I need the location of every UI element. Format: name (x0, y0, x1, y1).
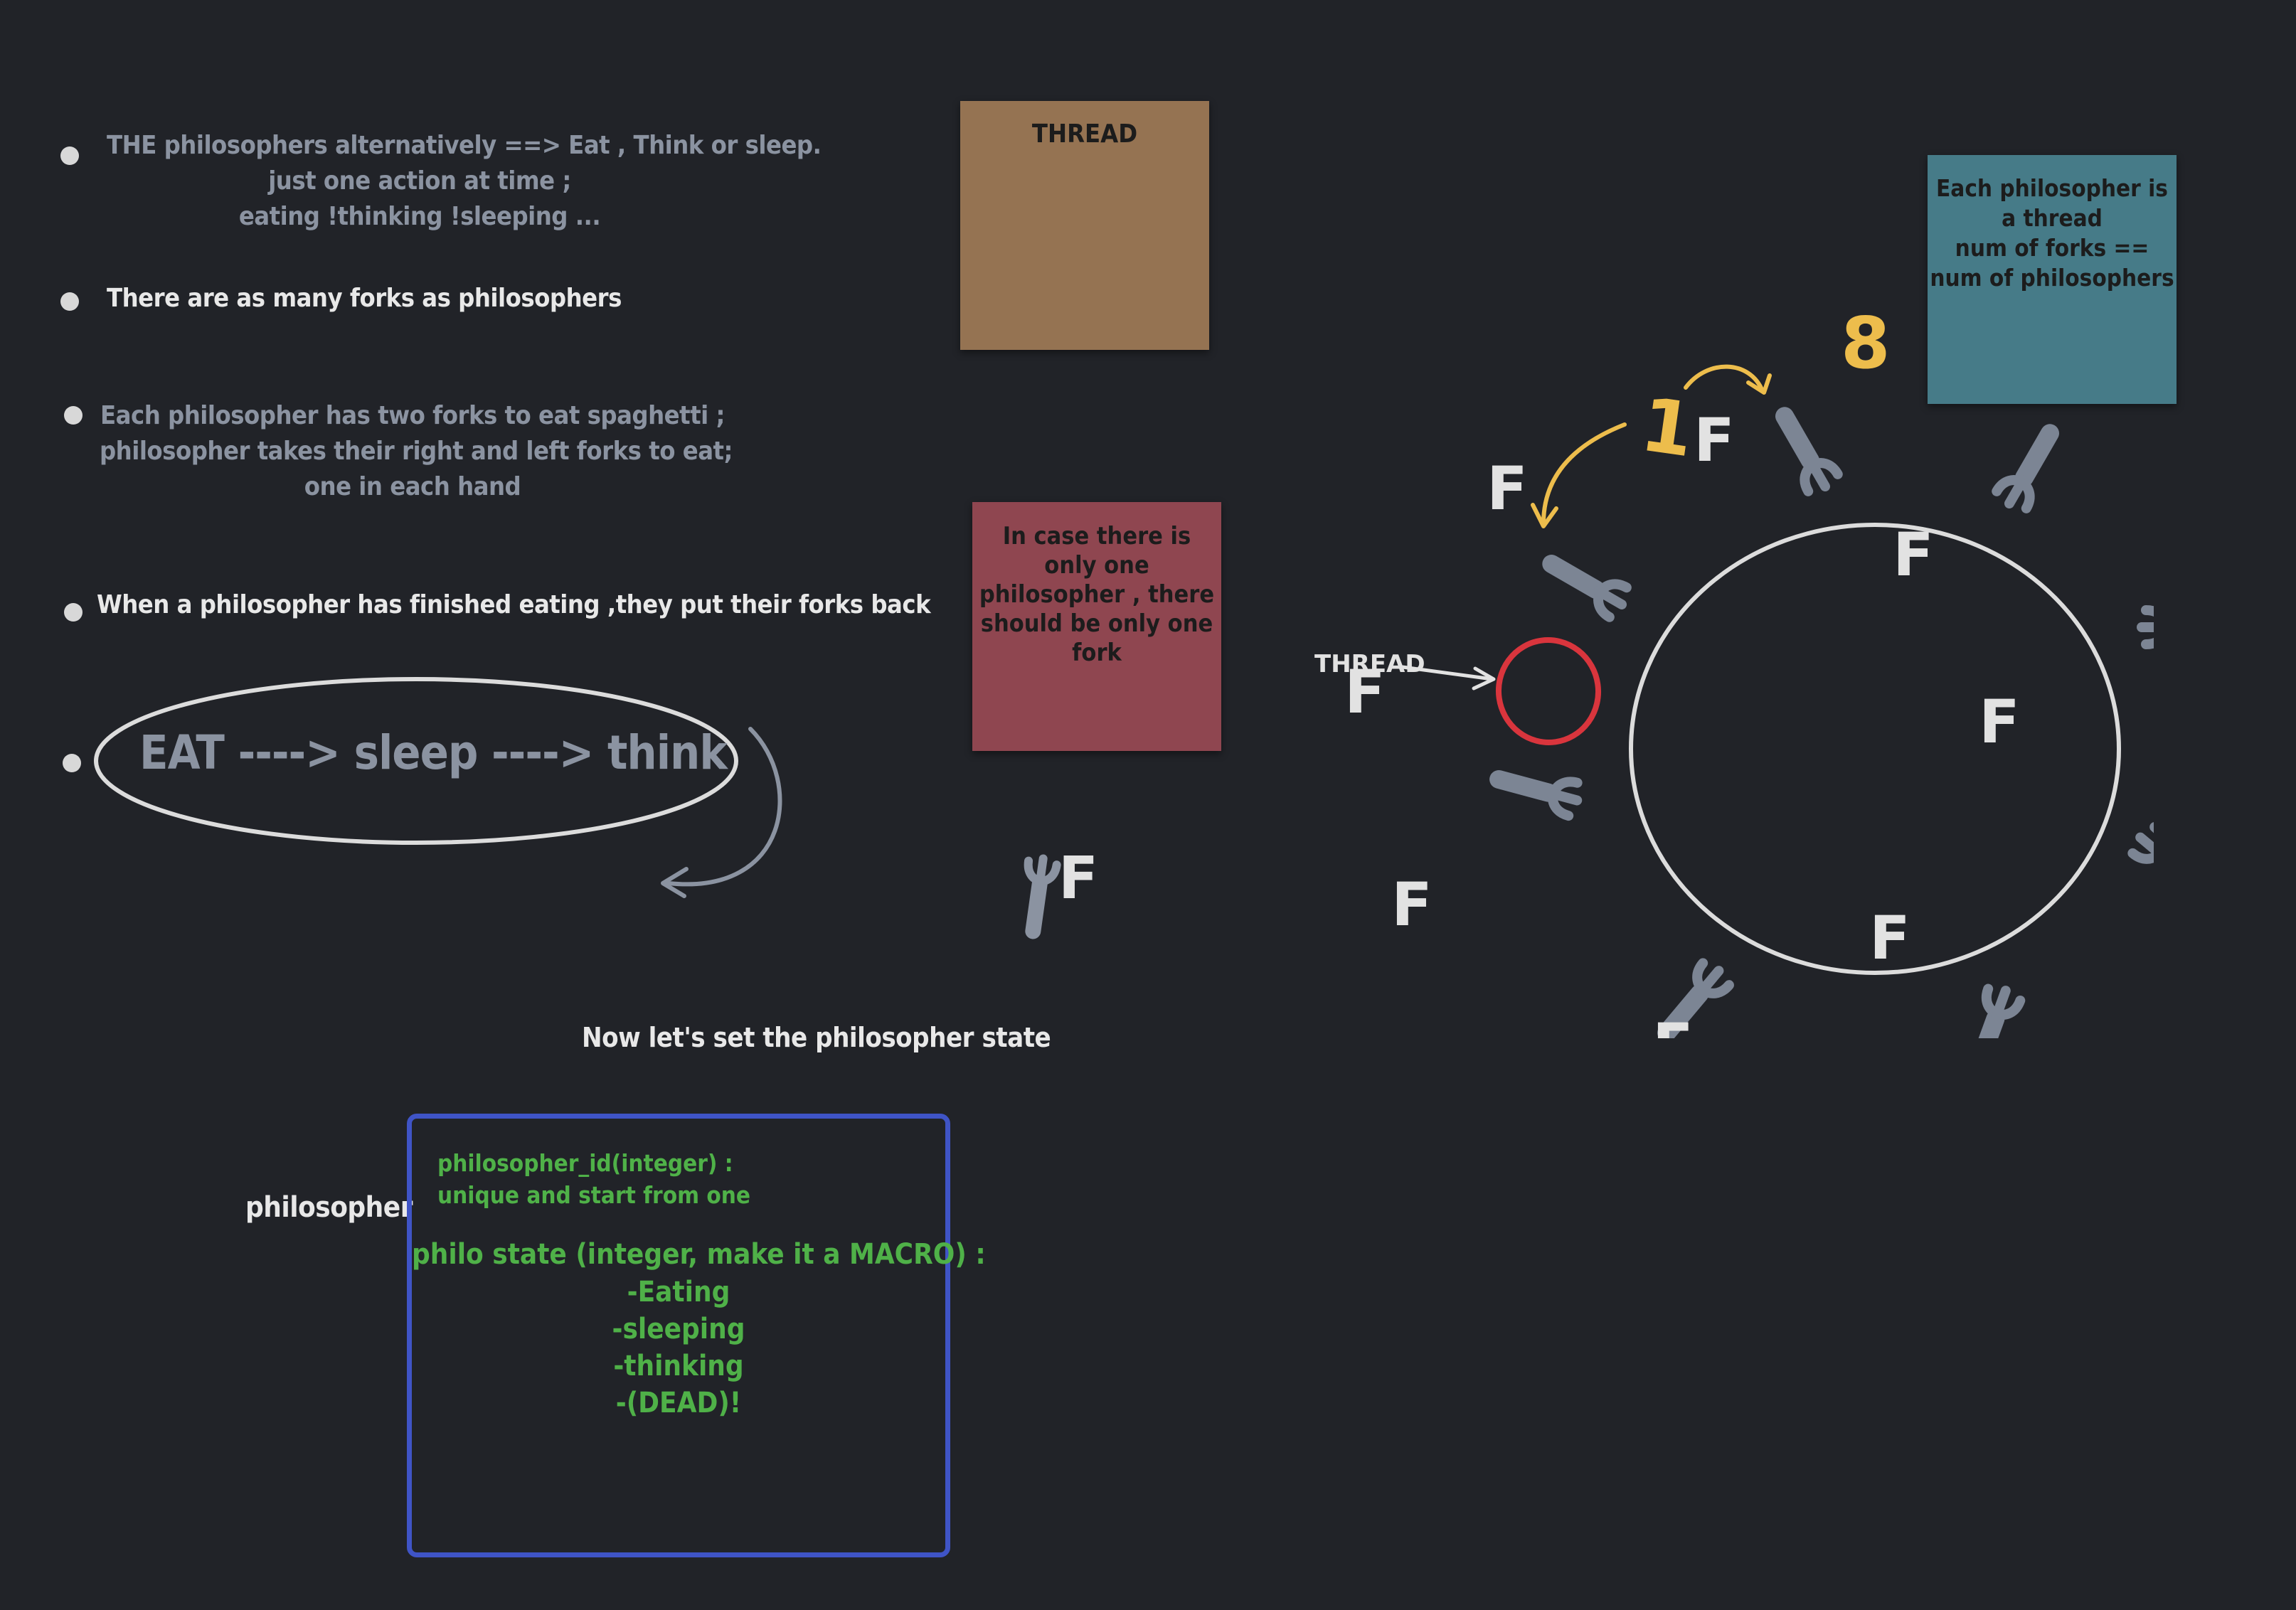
struct-state-line: -sleeping (612, 1313, 745, 1345)
count-eight-label: 8 (1841, 302, 1891, 385)
sticky-thread: THREAD (960, 101, 1209, 350)
bullet-dot (64, 603, 83, 622)
philosopher-ring: FFFFFFFF (1344, 405, 2019, 1038)
philosopher-f-label: F (1979, 687, 2019, 757)
note-forks-count: There are as many forks as philosophers (107, 284, 622, 313)
bullet-dot (63, 754, 81, 772)
highlight-circle (1495, 637, 1602, 745)
fork-middle-prong (1546, 788, 1583, 806)
philosopher-f-label: F (1893, 520, 1933, 590)
note-line: Each philosopher has two forks to eat sp… (100, 401, 725, 430)
note-forks-back: When a philosopher has finished eating ,… (97, 590, 931, 619)
fork-legend: F (1024, 845, 1098, 939)
philosopher-f-label: F (1391, 870, 1432, 939)
fork-icon (2137, 605, 2154, 649)
fork-icon (1542, 555, 1632, 622)
philosopher-f-label: F (1694, 405, 1734, 475)
struct-id-line: philosopher_id(integer) : (437, 1149, 733, 1177)
philosopher-f-label: F (1869, 903, 1910, 973)
fork-ring (1489, 407, 2154, 1038)
sticky-line: should be only one (980, 609, 1213, 638)
fork-icon (1489, 769, 1583, 821)
struct-id-line: unique and start from one (437, 1181, 751, 1209)
sticky-line: In case there is (1002, 522, 1191, 550)
note-line: just one action at time ; (268, 166, 571, 196)
fork-handle (1489, 769, 1558, 802)
count-one-label: 1 (1636, 381, 1699, 474)
sticky-line: fork (1072, 639, 1122, 667)
fork-handle (1542, 555, 1605, 599)
note-line: eating !thinking !sleeping ... (238, 202, 601, 231)
flow-eat-sleep-think: EAT ----> sleep ----> think (139, 725, 728, 780)
struct-state-line: -Eating (627, 1276, 730, 1308)
sticky-one-philosopher: In case there is only one philosopher , … (972, 502, 1221, 751)
dining-table-diagram: FFFFFFFF THREAD 1 8 (1314, 302, 2154, 1038)
sticky-line: num of forks == (1955, 234, 2149, 262)
note-line: philosopher takes their right and left f… (100, 437, 733, 466)
sticky-line: philosopher , there (979, 580, 1215, 609)
fork-handle (2015, 424, 2059, 487)
fork-letter-label: F (1058, 845, 1098, 912)
flow-diagram (94, 677, 782, 898)
philosopher-f-label: F (1652, 1011, 1693, 1038)
struct-state-line: -(DEAD)! (615, 1387, 742, 1419)
fork-icon (1992, 424, 2059, 513)
fork-handle (1775, 407, 1819, 470)
note-line: one in each hand (304, 472, 521, 501)
state-heading: Now let's set the philosopher state (582, 1022, 1051, 1053)
struct-label: philosopher (245, 1191, 413, 1224)
bullet-dot (60, 146, 79, 165)
struct-state-line: philo state (integer, make it a MACRO) : (412, 1238, 986, 1271)
philosopher-f-label: F (1487, 454, 1527, 523)
thread-pointer-label: THREAD (1314, 650, 1425, 678)
bullet-dot (60, 292, 79, 311)
fork-icon (1968, 983, 2026, 1038)
note-line: THE philosophers alternatively ==> Eat ,… (107, 131, 822, 160)
sticky-line: Each philosopher is (1936, 174, 2168, 202)
fork-handle (1968, 1009, 2005, 1038)
fork-icon (1024, 854, 1061, 939)
note-two-forks: Each philosopher has two forks to eat sp… (100, 398, 733, 505)
note-alternate-actions: THE philosophers alternatively ==> Eat ,… (107, 128, 822, 235)
sticky-one-philosopher-text: In case there is only one philosopher , … (972, 502, 1221, 668)
sticky-line: a thread (2002, 204, 2103, 232)
fork-icon (1775, 407, 1843, 496)
struct-state-line: -thinking (613, 1350, 744, 1382)
sticky-thread-label: THREAD (1031, 119, 1138, 149)
fork-middle-prong (2135, 832, 2154, 860)
struct-box: philosopher_id(integer) : unique and sta… (407, 1114, 986, 1557)
fork-icon (2127, 822, 2154, 864)
struct-id-text: philosopher_id(integer) : unique and sta… (437, 1147, 751, 1211)
struct-state-text: philo state (integer, make it a MACRO) :… (412, 1235, 986, 1422)
bullet-dot (64, 406, 83, 425)
sticky-line: only one (1044, 551, 1149, 580)
